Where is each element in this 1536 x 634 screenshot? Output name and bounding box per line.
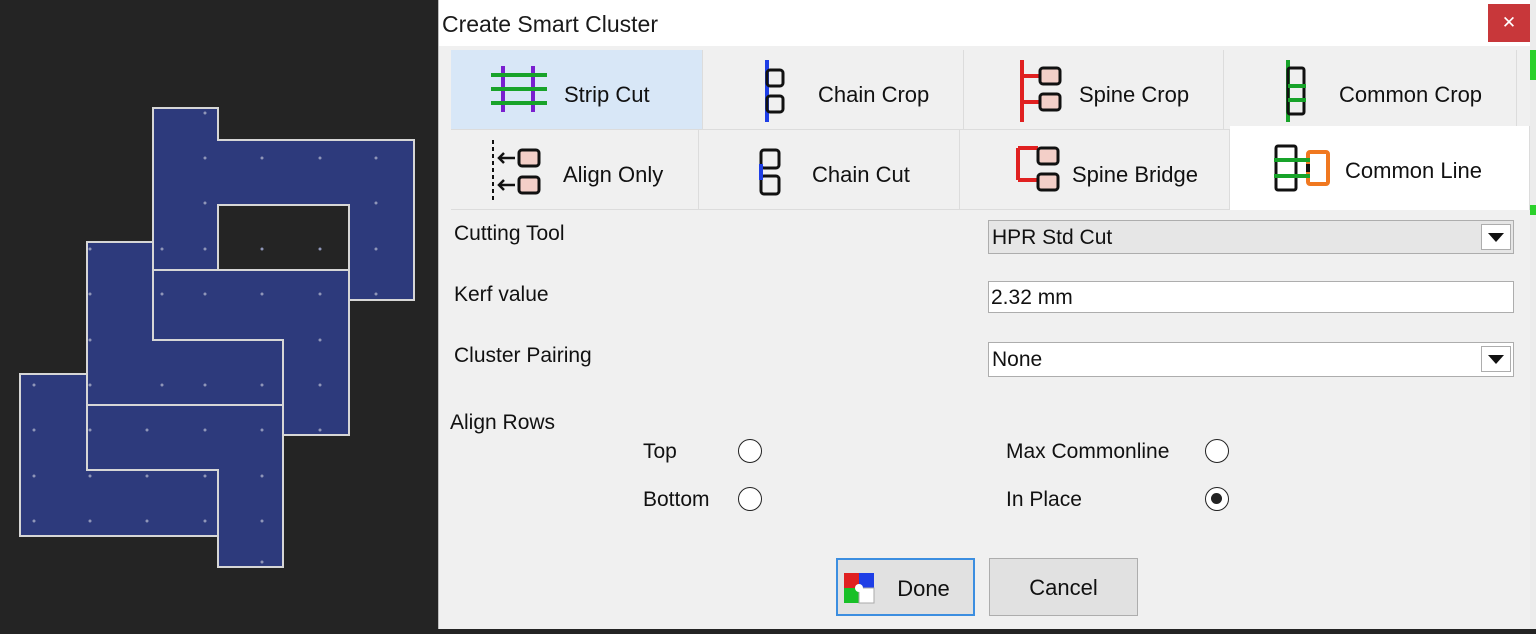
tab-label: Chain Cut (812, 162, 910, 187)
spine-bridge-icon (1016, 146, 1060, 192)
chain-crop-icon (765, 60, 785, 122)
tab-strip-cut[interactable]: Strip Cut (451, 50, 703, 130)
background-window-edge (1530, 0, 1536, 629)
tab-label: Spine Crop (1079, 82, 1190, 107)
chevron-down-icon[interactable] (1481, 224, 1511, 250)
tab-label: Common Crop (1339, 82, 1483, 107)
tab-spine-bridge[interactable]: Spine Bridge (960, 130, 1230, 210)
tab-align-only[interactable]: Align Only (451, 130, 699, 210)
cluster-pairing-value: None (992, 348, 1043, 371)
close-button[interactable]: ✕ (1488, 4, 1530, 42)
cancel-button[interactable]: Cancel (989, 558, 1138, 616)
tab-label: Common Line (1345, 158, 1482, 183)
cutting-tool-value: HPR Std Cut (992, 226, 1113, 249)
nested-parts-drawing (19, 107, 415, 568)
align-bottom-label: Bottom (643, 488, 710, 511)
tab-label: Align Only (563, 162, 664, 187)
align-max-commonline-radio[interactable] (1205, 439, 1229, 463)
align-rows-label: Align Rows (450, 411, 556, 434)
cutting-tool-select[interactable]: HPR Std Cut (988, 220, 1514, 254)
cutting-tool-label: Cutting Tool (454, 222, 565, 245)
close-icon: ✕ (1501, 13, 1517, 32)
common-line-icon (1274, 144, 1330, 192)
kerf-value-label: Kerf value (454, 283, 549, 306)
align-top-radio[interactable] (738, 439, 762, 463)
chevron-down-icon[interactable] (1481, 346, 1511, 372)
tab-common-line[interactable]: Common Line (1230, 126, 1530, 210)
background-highlight (1530, 50, 1536, 80)
kerf-value-field[interactable]: 2.32 mm (988, 281, 1514, 313)
align-only-icon (492, 140, 541, 202)
chain-cut-icon (759, 148, 781, 196)
cluster-pairing-label: Cluster Pairing (454, 344, 592, 367)
tab-label: Spine Bridge (1072, 162, 1198, 187)
done-button[interactable]: Done (836, 558, 975, 616)
tab-spine-crop[interactable]: Spine Crop (964, 50, 1224, 130)
create-smart-cluster-dialog: Create Smart Cluster ✕ Strip Cut Chain C… (438, 0, 1530, 629)
parts-canvas[interactable] (0, 0, 438, 629)
common-crop-icon (1286, 60, 1306, 122)
dialog-title: Create Smart Cluster (442, 11, 659, 37)
cancel-label: Cancel (1029, 575, 1098, 600)
tab-chain-crop[interactable]: Chain Crop (703, 50, 964, 130)
kerf-value-text: 2.32 mm (991, 286, 1073, 309)
tab-chain-cut[interactable]: Chain Cut (699, 130, 960, 210)
tab-label: Strip Cut (564, 82, 650, 107)
done-label: Done (897, 576, 950, 601)
align-top-label: Top (643, 440, 677, 463)
background-highlight (1530, 205, 1536, 215)
cluster-pairing-select[interactable]: None (988, 342, 1514, 377)
strip-cut-icon (491, 66, 547, 112)
align-bottom-radio[interactable] (738, 487, 762, 511)
align-max-commonline-label: Max Commonline (1006, 440, 1170, 463)
tab-common-crop[interactable]: Common Crop (1224, 50, 1517, 130)
title-bar[interactable]: Create Smart Cluster ✕ (439, 0, 1530, 46)
tab-label: Chain Crop (818, 82, 930, 107)
align-in-place-radio[interactable] (1205, 487, 1229, 511)
align-in-place-label: In Place (1006, 488, 1082, 511)
spine-crop-icon (1020, 60, 1062, 122)
